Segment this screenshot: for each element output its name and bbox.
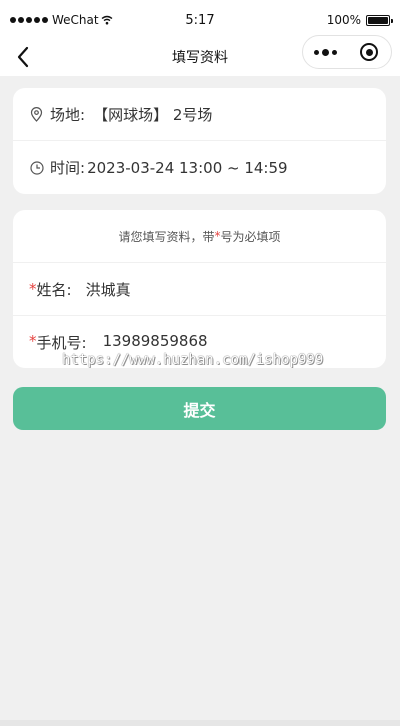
hint-suffix: 号为必填项 — [220, 229, 281, 244]
status-bar: WeChat 5:17 100% — [0, 0, 400, 38]
venue-label: 场地: — [50, 105, 86, 124]
phone-label: 手机号: — [36, 334, 87, 352]
time-label: 时间: — [50, 159, 86, 177]
watermark-text: https://www.huzhan.com/ishop999 — [62, 352, 324, 368]
nav-bar: 填写资料 — [0, 35, 400, 76]
booking-info-card: 场地: 【网球场】 2号场 时间: 2023-03-24 13:00 ~ 14:… — [13, 88, 386, 194]
more-button[interactable] — [303, 36, 347, 68]
form-hint: 请您填写资料，带 * 号为必填项 — [13, 210, 386, 263]
close-mini-program-button[interactable] — [347, 36, 391, 68]
hint-prefix: 请您填写资料，带 — [118, 229, 215, 244]
venue-value: 【网球场】 2号场 — [93, 105, 213, 124]
battery-percent: 100% — [326, 13, 361, 27]
name-input[interactable]: 洪城真 — [86, 279, 131, 300]
target-icon — [360, 43, 378, 61]
phone-input[interactable]: 13989859868 — [103, 332, 208, 350]
battery-status: 100% — [326, 13, 393, 27]
info-form-card: 请您填写资料，带 * 号为必填项 * 姓名: 洪城真 * 手机号: 13989859… — [13, 210, 386, 368]
bottom-edge — [0, 720, 400, 726]
time-value: 2023-03-24 13:00 ~ 14:59 — [87, 158, 288, 177]
mini-program-capsule — [302, 35, 392, 69]
submit-button[interactable]: 提交 — [13, 387, 386, 430]
venue-row: 场地: 【网球场】 2号场 — [13, 88, 386, 141]
phone-required-star: * — [29, 332, 37, 350]
battery-icon — [366, 14, 393, 26]
clock-icon — [30, 160, 44, 175]
location-pin-icon — [30, 106, 44, 122]
name-required-star: * — [29, 280, 37, 298]
time-row: 时间: 2023-03-24 13:00 ~ 14:59 — [13, 141, 386, 194]
more-dots-icon — [313, 49, 319, 55]
name-field-row: * 姓名: 洪城真 — [13, 263, 386, 316]
name-label: 姓名: — [36, 280, 72, 299]
